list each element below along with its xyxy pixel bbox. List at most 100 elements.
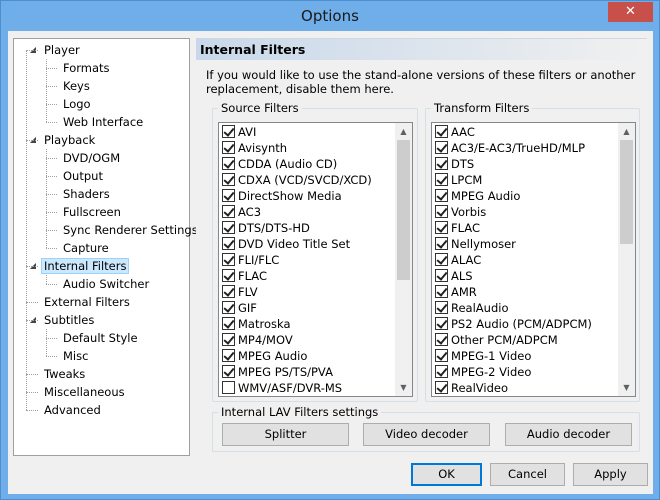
source-filter-item[interactable]: WMV/ASF/DVR-MS	[222, 380, 342, 396]
source-filter-scrollbar[interactable]: ▲ ▼	[395, 123, 412, 396]
checkbox-checked-icon[interactable]	[435, 269, 448, 282]
tree-item-keys[interactable]: Keys	[60, 77, 93, 95]
source-filter-item[interactable]: FLI/FLC	[222, 252, 279, 268]
scroll-up-arrow-icon[interactable]: ▲	[618, 123, 635, 140]
tree-item-dvd-ogm[interactable]: DVD/OGM	[60, 149, 123, 167]
checkbox-checked-icon[interactable]	[222, 301, 235, 314]
checkbox-checked-icon[interactable]	[222, 141, 235, 154]
tree-item-web-interface[interactable]: Web Interface	[60, 113, 146, 131]
checkbox-checked-icon[interactable]	[435, 333, 448, 346]
source-filter-item[interactable]: Avisynth	[222, 140, 287, 156]
checkbox-checked-icon[interactable]	[222, 317, 235, 330]
ok-button[interactable]: OK	[411, 463, 482, 486]
apply-button[interactable]: Apply	[573, 463, 648, 486]
tree-item-default-style[interactable]: Default Style	[60, 329, 141, 347]
tree-item-logo[interactable]: Logo	[60, 95, 94, 113]
source-filters-list[interactable]: AVI Avisynth CDDA (Audio CD) CDXA (VCD/SVCD…	[218, 122, 413, 397]
source-filter-item[interactable]: DirectShow Media	[222, 188, 342, 204]
source-filter-item[interactable]: CDDA (Audio CD)	[222, 156, 337, 172]
transform-filter-item[interactable]: ALS	[435, 268, 473, 284]
transform-filter-item[interactable]: AMR	[435, 284, 477, 300]
scroll-down-arrow-icon[interactable]: ▼	[618, 379, 635, 396]
source-filter-item[interactable]: GIF	[222, 300, 257, 316]
video-decoder-button[interactable]: Video decoder	[363, 423, 490, 446]
tree-item-output[interactable]: Output	[60, 167, 106, 185]
transform-filter-item[interactable]: Nellymoser	[435, 236, 516, 252]
tree-item-shaders[interactable]: Shaders	[60, 185, 113, 203]
checkbox-checked-icon[interactable]	[222, 253, 235, 266]
transform-filter-item[interactable]: AAC	[435, 124, 475, 140]
transform-filter-scrollbar[interactable]: ▲ ▼	[618, 123, 635, 396]
tree-item-tweaks[interactable]: Tweaks	[41, 365, 88, 383]
tree-item-miscellaneous[interactable]: Miscellaneous	[41, 383, 128, 401]
source-filter-item[interactable]: MP4/MOV	[222, 332, 293, 348]
checkbox-checked-icon[interactable]	[435, 381, 448, 394]
transform-filter-item[interactable]: DTS	[435, 156, 474, 172]
source-filter-item[interactable]: AVI	[222, 124, 256, 140]
transform-filter-item[interactable]: RealVideo	[435, 380, 508, 396]
scroll-thumb[interactable]	[620, 140, 633, 244]
source-filter-item[interactable]: FLV	[222, 284, 258, 300]
options-tree[interactable]: ◢ Player Formats Keys Logo Web Interface ◢ Play…	[13, 38, 198, 456]
tree-item-formats[interactable]: Formats	[60, 59, 113, 77]
splitter-button[interactable]: Splitter	[222, 423, 349, 446]
transform-filter-item[interactable]: Other PCM/ADPCM	[435, 332, 558, 348]
tree-item-external-filters[interactable]: External Filters	[41, 293, 133, 311]
checkbox-checked-icon[interactable]	[222, 205, 235, 218]
source-filter-item[interactable]: AC3	[222, 204, 261, 220]
checkbox-unchecked-icon[interactable]	[222, 381, 235, 394]
checkbox-checked-icon[interactable]	[435, 205, 448, 218]
audio-decoder-button[interactable]: Audio decoder	[505, 423, 632, 446]
checkbox-checked-icon[interactable]	[435, 237, 448, 250]
checkbox-checked-icon[interactable]	[222, 189, 235, 202]
transform-filter-item[interactable]: MPEG-2 Video	[435, 364, 531, 380]
source-filter-item[interactable]: Matroska	[222, 316, 291, 332]
source-filter-item[interactable]: FLAC	[222, 268, 267, 284]
checkbox-checked-icon[interactable]	[222, 125, 235, 138]
scroll-thumb[interactable]	[397, 140, 410, 280]
tree-item-advanced[interactable]: Advanced	[41, 401, 104, 419]
transform-filter-item[interactable]: AC3/E-AC3/TrueHD/MLP	[435, 140, 585, 156]
checkbox-checked-icon[interactable]	[435, 365, 448, 378]
checkbox-checked-icon[interactable]	[435, 285, 448, 298]
source-filter-item[interactable]: DVD Video Title Set	[222, 236, 350, 252]
scroll-up-arrow-icon[interactable]: ▲	[395, 123, 412, 140]
checkbox-checked-icon[interactable]	[222, 365, 235, 378]
cancel-button[interactable]: Cancel	[490, 463, 565, 486]
tree-item-player[interactable]: ◢ Player	[30, 41, 83, 59]
source-filter-item[interactable]: DTS/DTS-HD	[222, 220, 310, 236]
close-button[interactable]: ✕	[608, 2, 653, 22]
checkbox-checked-icon[interactable]	[435, 221, 448, 234]
checkbox-checked-icon[interactable]	[435, 157, 448, 170]
source-filter-item[interactable]: MPEG PS/TS/PVA	[222, 364, 333, 380]
checkbox-checked-icon[interactable]	[222, 221, 235, 234]
tree-item-fullscreen[interactable]: Fullscreen	[60, 203, 124, 221]
tree-item-internal-filters[interactable]: ◢ Internal Filters	[30, 257, 130, 275]
transform-filter-item[interactable]: RealAudio	[435, 300, 508, 316]
transform-filters-list[interactable]: AAC AC3/E-AC3/TrueHD/MLP DTS LPCM MPEG Audio…	[431, 122, 636, 397]
source-filter-item[interactable]: CDXA (VCD/SVCD/XCD)	[222, 172, 372, 188]
transform-filter-item[interactable]: FLAC	[435, 220, 480, 236]
transform-filter-item[interactable]: MPEG Audio	[435, 188, 520, 204]
checkbox-checked-icon[interactable]	[222, 269, 235, 282]
checkbox-checked-icon[interactable]	[222, 173, 235, 186]
checkbox-checked-icon[interactable]	[435, 141, 448, 154]
checkbox-checked-icon[interactable]	[222, 285, 235, 298]
source-filter-item[interactable]: MPEG Audio	[222, 348, 307, 364]
checkbox-checked-icon[interactable]	[435, 349, 448, 362]
checkbox-checked-icon[interactable]	[222, 349, 235, 362]
transform-filter-item[interactable]: PS2 Audio (PCM/ADPCM)	[435, 316, 592, 332]
transform-filter-item[interactable]: MPEG-1 Video	[435, 348, 531, 364]
tree-item-sync-renderer-settings[interactable]: Sync Renderer Settings	[60, 221, 201, 239]
title-bar[interactable]: Options ✕	[1, 1, 659, 31]
checkbox-checked-icon[interactable]	[222, 333, 235, 346]
tree-item-misc[interactable]: Misc	[60, 347, 91, 365]
checkbox-checked-icon[interactable]	[222, 237, 235, 250]
checkbox-checked-icon[interactable]	[435, 301, 448, 314]
checkbox-checked-icon[interactable]	[435, 317, 448, 330]
checkbox-checked-icon[interactable]	[222, 157, 235, 170]
tree-item-audio-switcher[interactable]: Audio Switcher	[60, 275, 152, 293]
scroll-down-arrow-icon[interactable]: ▼	[395, 379, 412, 396]
tree-item-capture[interactable]: Capture	[60, 239, 112, 257]
checkbox-checked-icon[interactable]	[435, 253, 448, 266]
